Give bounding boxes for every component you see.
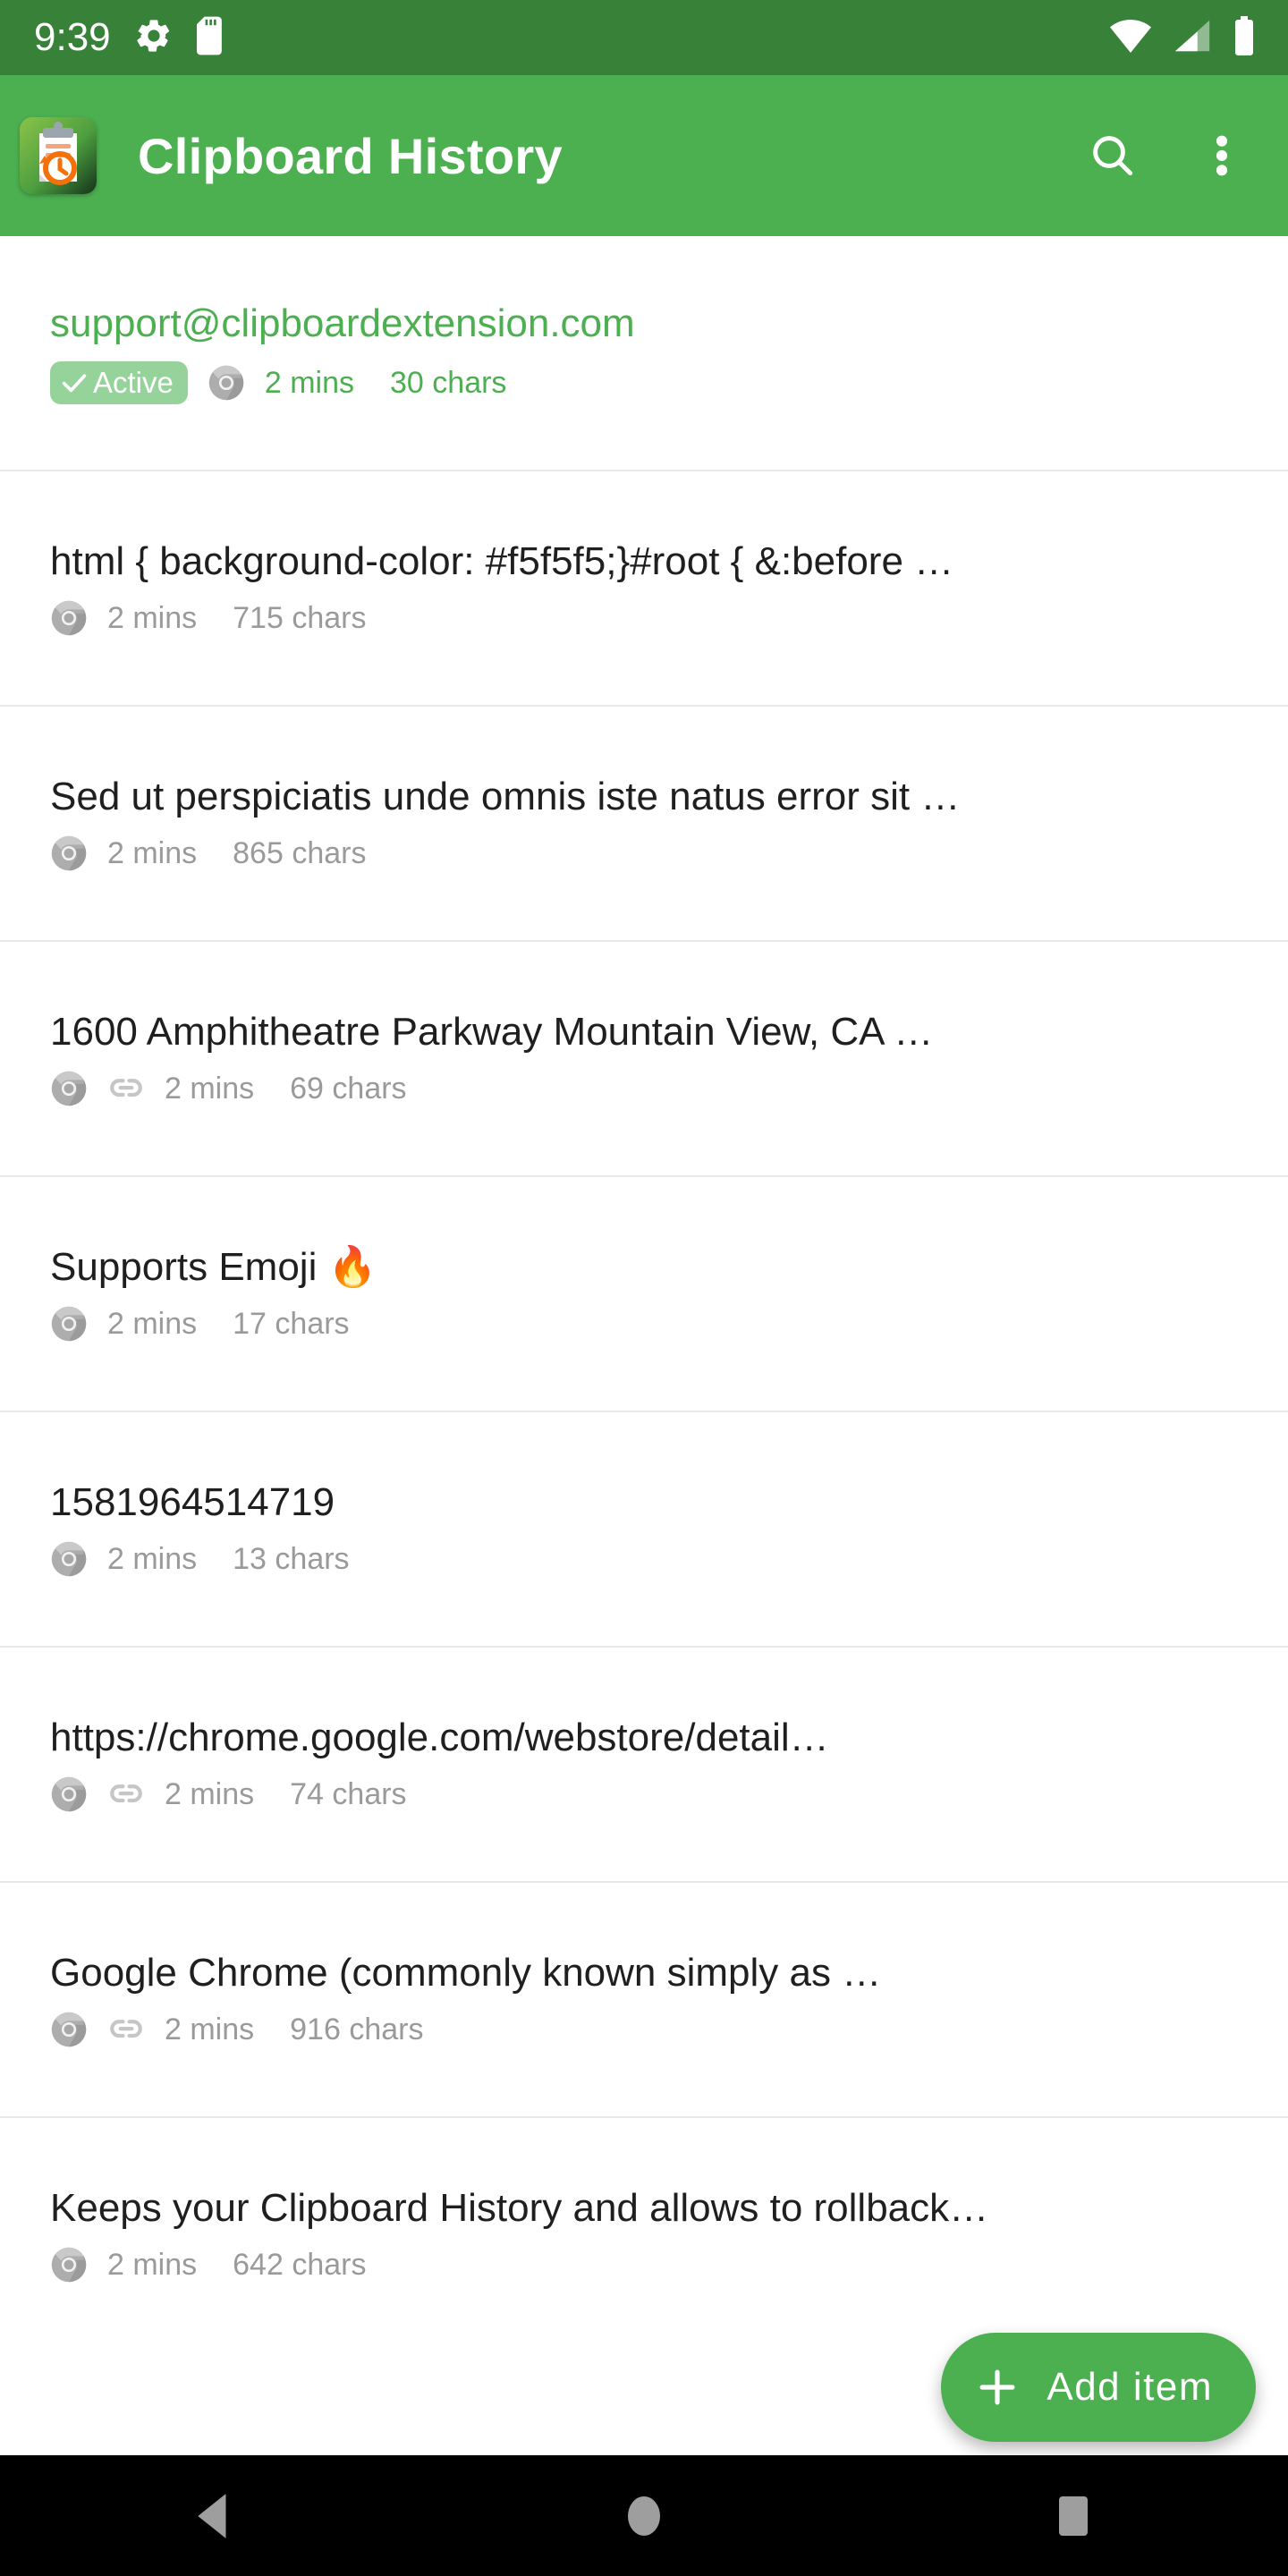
status-bar: 9:39	[0, 0, 1288, 75]
chrome-icon	[50, 2011, 88, 2048]
chrome-icon	[50, 1305, 88, 1343]
list-item[interactable]: html { background-color: #f5f5f5;}#root …	[0, 471, 1288, 707]
recents-square-icon[interactable]	[1002, 2455, 1145, 2576]
list-item-time: 2 mins	[165, 2012, 255, 2046]
list-item-chars: 916 chars	[290, 2012, 424, 2046]
list-item[interactable]: https://chrome.google.com/webstore/detai…	[0, 1648, 1288, 1883]
app-screen: 9:39 Clipboard History support@clipboard…	[0, 0, 1288, 2576]
app-bar-actions	[1080, 123, 1254, 188]
chrome-icon	[50, 1775, 88, 1813]
list-item-chars: 17 chars	[233, 1306, 350, 1341]
status-bar-left: 9:39	[34, 16, 224, 60]
more-vert-icon[interactable]	[1190, 123, 1254, 188]
app-bar: Clipboard History	[0, 75, 1288, 236]
status-bar-right	[1109, 15, 1256, 60]
list-item-meta: 2 mins 916 chars	[50, 2011, 1256, 2048]
list-item-meta: 2 mins 642 chars	[50, 2246, 1256, 2284]
list-item-chars: 13 chars	[233, 1541, 350, 1576]
list-item-time: 2 mins	[165, 1071, 255, 1106]
list-item-meta: 2 mins 865 chars	[50, 835, 1256, 872]
chrome-icon	[208, 364, 245, 402]
chrome-icon	[50, 835, 88, 872]
link-icon	[107, 1775, 145, 1813]
status-badge: Active	[50, 360, 188, 404]
page-title: Clipboard History	[138, 127, 563, 184]
list-item-time: 2 mins	[107, 835, 198, 870]
list-item-chars: 30 chars	[390, 365, 507, 400]
list-item-meta: 2 mins 715 chars	[50, 599, 1256, 637]
search-icon[interactable]	[1080, 123, 1145, 188]
list-item-text: support@clipboardextension.com	[50, 301, 635, 346]
add-item-button[interactable]: Add item	[941, 2333, 1256, 2442]
list-item-chars: 715 chars	[233, 600, 367, 635]
list-item-text: Google Chrome (commonly known simply as …	[50, 1951, 882, 1996]
list-item[interactable]: Google Chrome (commonly known simply as …	[0, 1883, 1288, 2118]
list-item[interactable]: 1581964514719 2 mins 13 chars	[0, 1412, 1288, 1648]
status-bar-clock: 9:39	[34, 15, 111, 59]
list-item-time: 2 mins	[165, 1776, 255, 1811]
list-item-meta: 2 mins 69 chars	[50, 1070, 1256, 1107]
wifi-icon	[1109, 18, 1152, 58]
check-icon	[59, 368, 89, 398]
list-item-chars: 69 chars	[290, 1071, 407, 1106]
clipboard-history-list[interactable]: support@clipboardextension.com Active 2 …	[0, 236, 1288, 2334]
link-icon	[107, 1070, 145, 1107]
list-item-text: 1581964514719	[50, 1480, 335, 1525]
list-item-time: 2 mins	[107, 2247, 198, 2282]
status-badge-label: Active	[93, 366, 174, 400]
list-item-time: 2 mins	[107, 1541, 198, 1576]
list-item-meta: 2 mins 13 chars	[50, 1540, 1256, 1578]
chrome-icon	[50, 1540, 88, 1578]
list-item[interactable]: Supports Emoji 🔥 2 mins 17 chars	[0, 1177, 1288, 1412]
back-triangle-icon[interactable]	[143, 2455, 286, 2576]
clipboard-history-app-icon	[20, 117, 97, 194]
list-item-meta: Active 2 mins 30 chars	[50, 360, 1256, 404]
list-item-meta: 2 mins 74 chars	[50, 1775, 1256, 1813]
list-item-text: https://chrome.google.com/webstore/detai…	[50, 1716, 829, 1760]
list-item-chars: 642 chars	[233, 2247, 367, 2282]
list-item-time: 2 mins	[264, 365, 355, 400]
chrome-icon	[50, 599, 88, 637]
list-item-time: 2 mins	[107, 1306, 198, 1341]
list-item-chars: 74 chars	[290, 1776, 407, 1811]
list-item-meta: 2 mins 17 chars	[50, 1305, 1256, 1343]
list-item-text: Sed ut perspiciatis unde omnis iste natu…	[50, 775, 961, 819]
link-icon	[107, 2011, 145, 2048]
chrome-icon	[50, 1070, 88, 1107]
plus-icon	[973, 2363, 1021, 2411]
home-circle-icon[interactable]	[572, 2455, 716, 2576]
list-item-text: 1600 Amphitheatre Parkway Mountain View,…	[50, 1010, 934, 1055]
list-item-time: 2 mins	[107, 600, 198, 635]
list-item-text: Keeps your Clipboard History and allows …	[50, 2186, 989, 2231]
chrome-icon	[50, 2246, 88, 2284]
list-item-chars: 865 chars	[233, 835, 367, 870]
list-item[interactable]: Sed ut perspiciatis unde omnis iste natu…	[0, 707, 1288, 942]
list-item[interactable]: support@clipboardextension.com Active 2 …	[0, 236, 1288, 471]
android-navigation-bar	[0, 2455, 1288, 2576]
battery-icon	[1233, 15, 1256, 60]
list-item-text: html { background-color: #f5f5f5;}#root …	[50, 539, 954, 584]
gear-icon	[134, 16, 174, 60]
add-item-label: Add item	[1046, 2365, 1213, 2409]
sd-card-icon	[196, 16, 224, 60]
cellular-signal-icon	[1172, 18, 1213, 58]
list-item[interactable]: 1600 Amphitheatre Parkway Mountain View,…	[0, 942, 1288, 1177]
list-item[interactable]: Keeps your Clipboard History and allows …	[0, 2118, 1288, 2334]
list-item-text: Supports Emoji 🔥	[50, 1245, 377, 1290]
